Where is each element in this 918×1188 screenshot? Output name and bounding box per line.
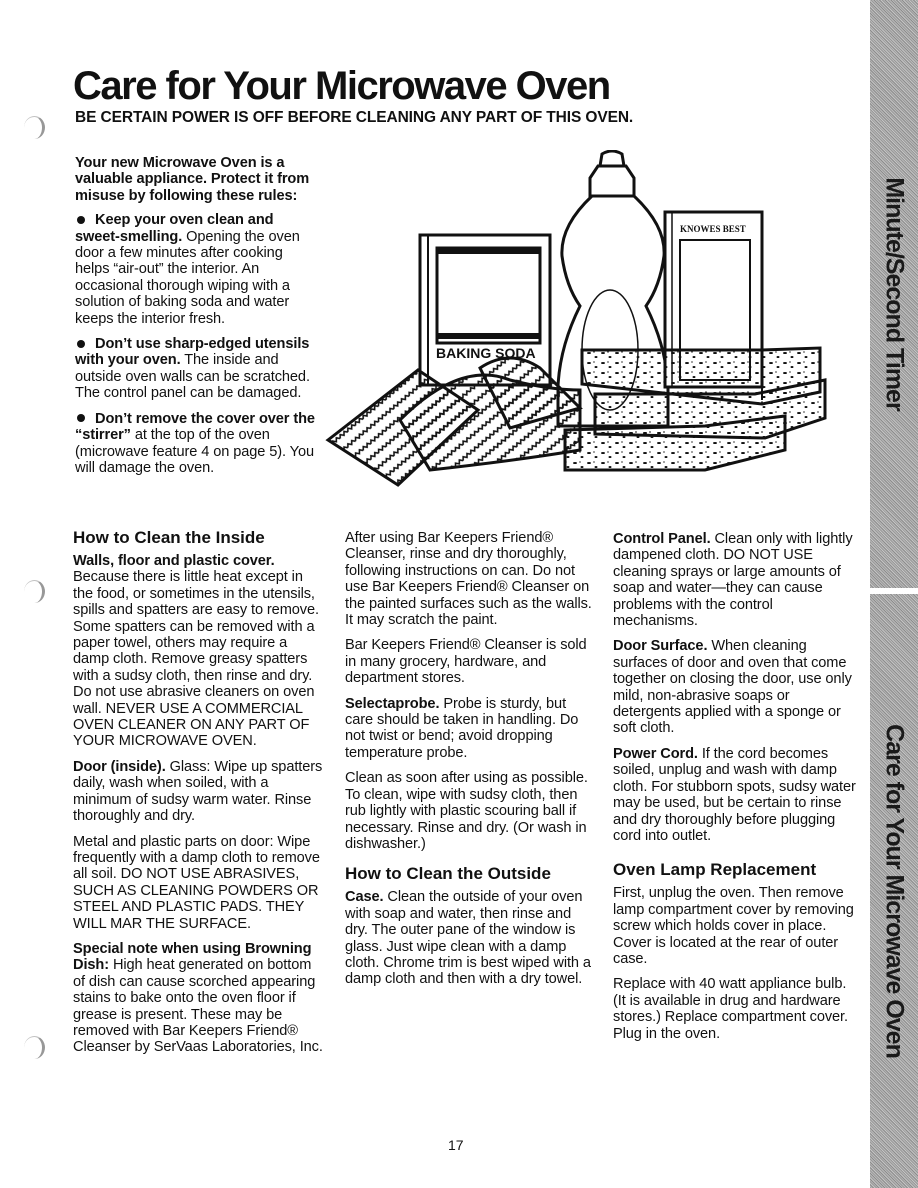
walls-paragraph: Walls, floor and plastic cover. Because … [73, 553, 325, 750]
middle-column: After using Bar Keepers Friend® Cleanser… [345, 530, 595, 997]
rule-item: Don’t use sharp-edged utensils with your… [75, 336, 315, 402]
lamp-step-1: First, unplug the oven. Then remove lamp… [613, 885, 854, 967]
paragraph-title: Control Panel. [613, 531, 711, 547]
paragraph-title: Walls, floor and plastic cover. [73, 553, 275, 569]
paragraph-title: Power Cord. [613, 745, 698, 762]
section-tab-care[interactable]: Care for Your Microwave Oven [870, 594, 918, 1188]
intro-section: Your new Microwave Oven is a valuable ap… [75, 155, 315, 485]
paragraph-title: Door Surface. [613, 638, 708, 655]
rule-item: Don’t remove the cover over the “stirrer… [75, 411, 315, 477]
browning-dish-paragraph: Special note when using Browning Dish: H… [73, 941, 325, 1056]
clean-inside-section: How to Clean the Inside Walls, floor and… [73, 528, 325, 1065]
control-panel-paragraph: Control Panel. Clean only with lightly d… [613, 531, 858, 629]
right-column: Control Panel. Clean only with lightly d… [613, 531, 858, 1051]
probe-cleaning-paragraph: Clean as soon after using as possible. T… [345, 770, 588, 852]
selectaprobe-paragraph: Selectaprobe. Probe is sturdy, but care … [345, 696, 595, 762]
after-using-paragraph: After using Bar Keepers Friend® Cleanser… [345, 530, 592, 629]
paragraph-title: Case. [345, 889, 384, 906]
paragraph-title: Door (inside). [73, 758, 166, 775]
binder-hole [24, 116, 45, 139]
tab-label: Care for Your Microwave Oven [880, 724, 909, 1058]
can-label: KNOWES BEST [680, 224, 746, 234]
door-surface-paragraph: Door Surface. When cleaning surfaces of … [613, 638, 858, 736]
section-heading: How to Clean the Inside [73, 528, 265, 547]
paragraph-text: High heat generated on bottom of dish ca… [73, 957, 323, 1056]
section-tab-timer[interactable]: Minute/Second Timer [870, 0, 918, 588]
page-number: 17 [448, 1137, 464, 1153]
binder-hole [24, 580, 45, 603]
tab-label: Minute/Second Timer [880, 177, 909, 411]
intro-lead: Your new Microwave Oven is a valuable ap… [75, 155, 310, 204]
power-cord-paragraph: Power Cord. If the cord becomes soiled, … [613, 746, 858, 844]
rule-item: Keep your oven clean and sweet-smelling.… [75, 212, 315, 327]
where-sold-paragraph: Bar Keepers Friend® Cleanser is sold in … [345, 637, 587, 687]
section-heading: Oven Lamp Replacement [613, 860, 817, 880]
section-heading: How to Clean the Outside [345, 864, 551, 884]
bullet-icon [77, 215, 85, 224]
bullet-icon [77, 339, 85, 348]
door-inside-paragraph: Door (inside). Glass: Wipe up spatters d… [73, 759, 325, 825]
power-warning: BE CERTAIN POWER IS OFF BEFORE CLEANING … [75, 109, 634, 126]
binder-hole [24, 1036, 45, 1059]
bullet-icon [77, 414, 85, 423]
sponges [563, 346, 827, 472]
paragraph-text: Because there is little heat except in t… [73, 569, 319, 750]
page-title: Care for Your Microwave Oven [73, 64, 611, 108]
paragraph-title: Selectaprobe. [345, 695, 440, 712]
metal-parts-paragraph: Metal and plastic parts on door: Wipe fr… [73, 833, 320, 932]
cleaning-supplies-illustration: BAKING SODA KNOWES BEST [325, 150, 827, 487]
lamp-step-2: Replace with 40 watt appliance bulb. (It… [613, 976, 848, 1042]
case-paragraph: Case. Clean the outside of your oven wit… [345, 889, 595, 987]
